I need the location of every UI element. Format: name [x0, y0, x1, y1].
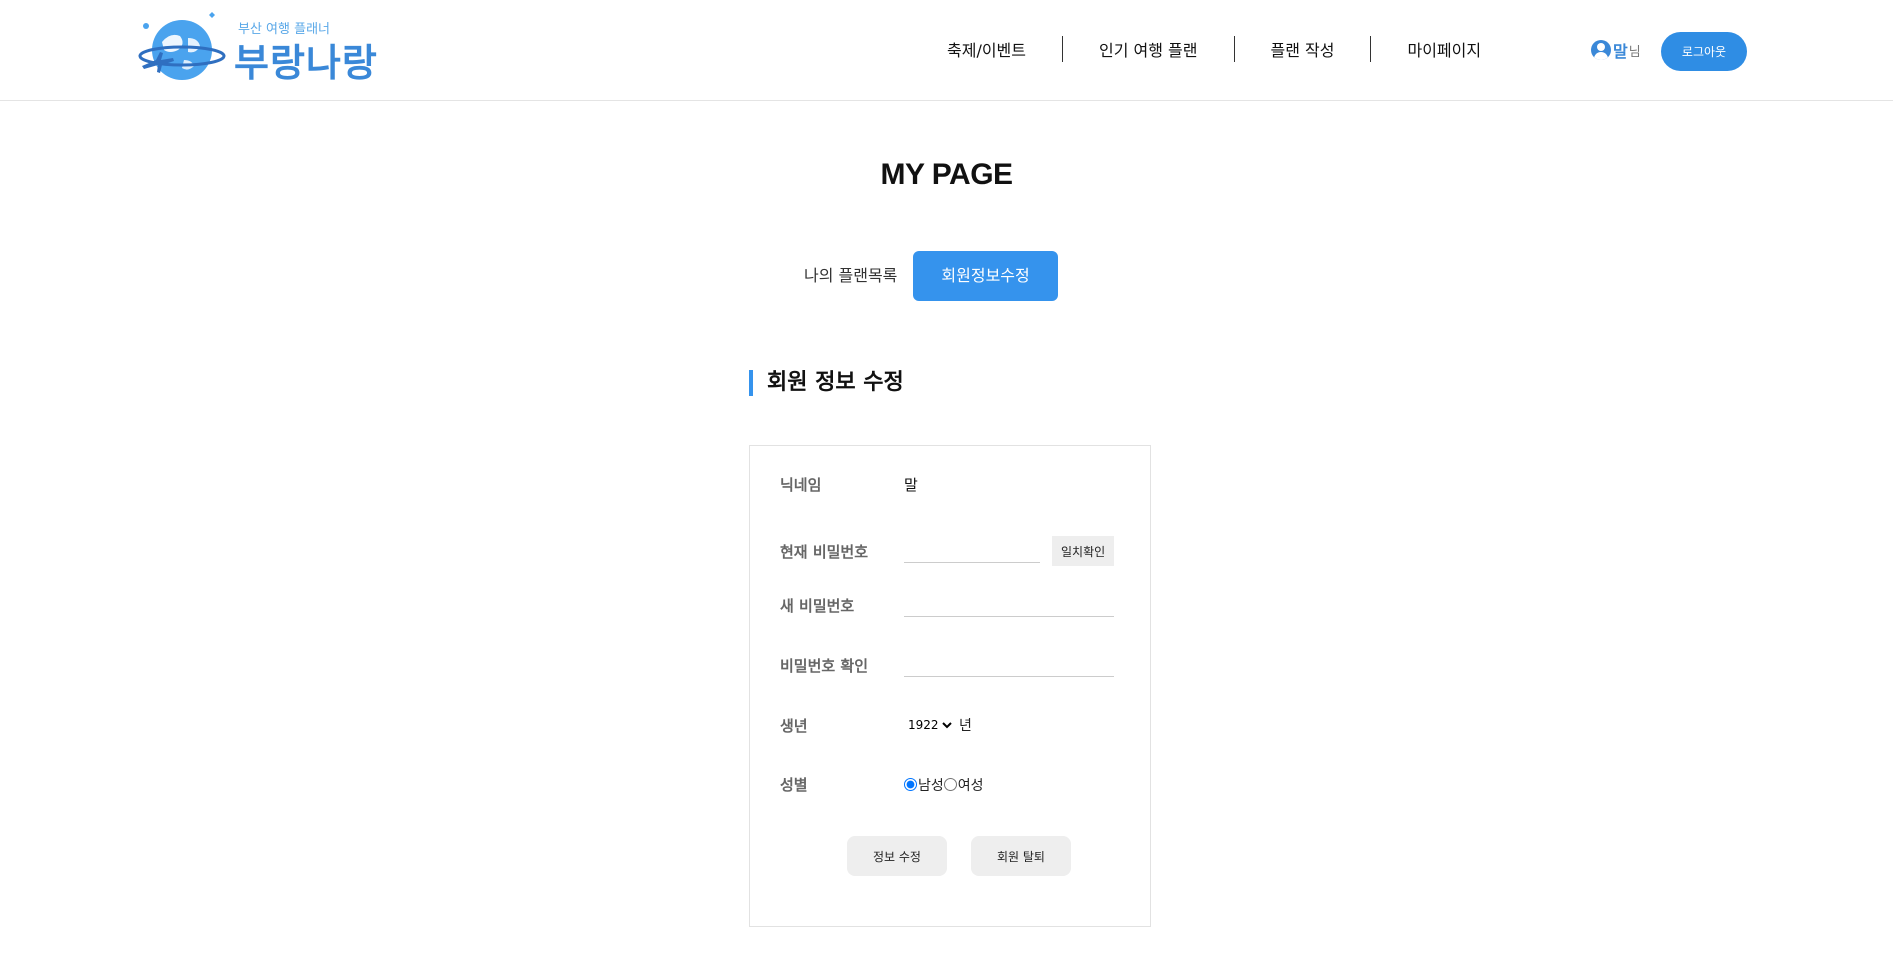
confirm-password-label: 비밀번호 확인 — [780, 657, 869, 675]
nav-item-festival-event[interactable]: 축제/이벤트 — [947, 37, 1026, 61]
gender-label: 성별 — [780, 776, 808, 794]
confirm-password-row: 비밀번호 확인 — [780, 654, 1114, 677]
nav-divider — [1062, 36, 1063, 62]
birth-year-row: 생년 1922 년 — [780, 714, 972, 736]
new-password-label: 새 비밀번호 — [780, 597, 855, 615]
site-header: 부산 여행 플래너 부랑나랑 축제/이벤트 인기 여행 플랜 플랜 작성 마이페… — [0, 0, 1893, 101]
section-title: 회원 정보 수정 — [749, 370, 904, 396]
gender-male-option[interactable]: 남성 — [904, 775, 944, 795]
check-password-button[interactable]: 일치확인 — [1052, 536, 1115, 566]
site-logo[interactable]: 부산 여행 플래너 부랑나랑 — [138, 8, 398, 88]
tab-edit-profile[interactable]: 회원정보수정 — [913, 251, 1058, 301]
logo-title: 부랑나랑 — [234, 41, 378, 85]
nav-divider — [1233, 36, 1235, 62]
nav-item-create-plan[interactable]: 플랜 작성 — [1271, 37, 1335, 61]
gender-male-label: 남성 — [918, 777, 944, 794]
gender-row: 성별 남성 여성 — [780, 774, 984, 795]
current-password-row: 현재 비밀번호 일치확인 — [780, 536, 1115, 566]
nickname-value: 말 — [904, 476, 918, 494]
update-info-button[interactable]: 정보 수정 — [847, 836, 947, 876]
profile-form: 닉네임 말 현재 비밀번호 일치확인 새 비밀번호 비밀번호 확인 생년 192… — [749, 445, 1151, 927]
gender-male-radio[interactable] — [904, 778, 917, 791]
confirm-password-input[interactable] — [904, 654, 1114, 677]
gender-female-radio[interactable] — [943, 778, 957, 791]
birth-year-label: 생년 — [780, 716, 808, 735]
birth-year-select[interactable]: 1922 — [904, 714, 955, 736]
user-avatar-icon — [1591, 40, 1611, 60]
user-name: 말 — [1613, 42, 1628, 61]
gender-female-option[interactable]: 여성 — [943, 775, 984, 795]
gender-female-label: 여성 — [957, 777, 984, 794]
nickname-label: 닉네임 — [780, 476, 822, 494]
nav-item-mypage[interactable]: 마이페이지 — [1407, 37, 1481, 61]
new-password-row: 새 비밀번호 — [780, 594, 1114, 617]
logout-button[interactable]: 로그아웃 — [1661, 32, 1747, 71]
new-password-input[interactable] — [904, 594, 1114, 617]
page-title: MY PAGE — [880, 158, 1013, 191]
nickname-row: 닉네임 말 — [780, 474, 918, 495]
nav-item-popular-plans[interactable]: 인기 여행 플랜 — [1099, 37, 1198, 61]
current-password-input[interactable] — [904, 539, 1040, 563]
user-suffix: 님 — [1628, 44, 1641, 60]
main-nav: 축제/이벤트 인기 여행 플랜 플랜 작성 마이페이지 — [947, 36, 1481, 62]
mypage-tabs: 나의 플랜목록 회원정보수정 — [780, 251, 1058, 301]
withdraw-button[interactable]: 회원 탈퇴 — [971, 836, 1071, 876]
form-actions: 정보 수정 회원 탈퇴 — [847, 836, 1095, 876]
tab-my-plans[interactable]: 나의 플랜목록 — [780, 251, 921, 301]
nav-divider — [1370, 36, 1372, 62]
user-greeting: 말 님 — [1591, 38, 1641, 62]
birth-year-unit: 년 — [959, 718, 972, 734]
globe-airplane-icon — [138, 12, 226, 80]
current-password-label: 현재 비밀번호 — [780, 542, 869, 561]
